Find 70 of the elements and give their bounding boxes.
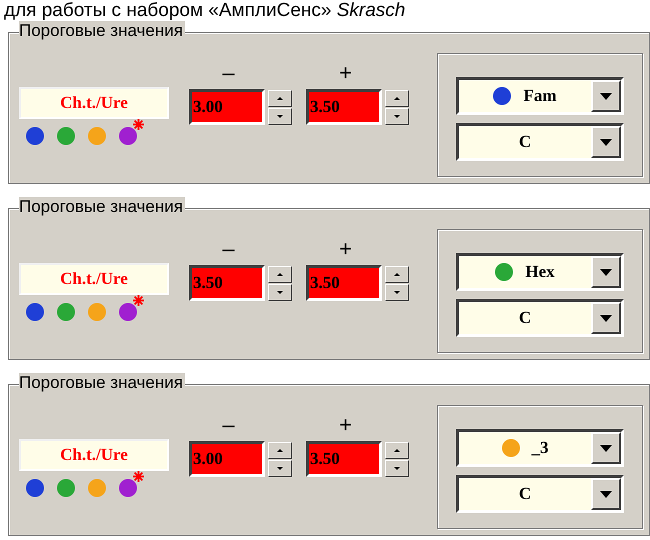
down-arrow-icon [394, 290, 400, 294]
heading-text: для работы с набором «АмплиСенс» Skrasch [3, 0, 406, 22]
threshold-field[interactable]: 3.50 [306, 89, 382, 125]
spin-down-button[interactable] [268, 108, 292, 124]
up-arrow-icon [394, 96, 400, 100]
type-text: C [518, 307, 532, 330]
spin-up-button[interactable] [385, 90, 409, 106]
down-arrow-icon [394, 114, 400, 118]
spin-up-button[interactable] [268, 90, 292, 106]
minus-label: – [222, 237, 235, 261]
channel-combo[interactable]: Hex [456, 253, 624, 291]
threshold-field[interactable]: 3.50 [189, 265, 265, 301]
threshold-field[interactable]: 3.00 [189, 441, 265, 477]
minus-label: – [222, 61, 235, 85]
dropdown-button[interactable] [591, 478, 621, 510]
channel-text: Fam [523, 85, 557, 108]
caret-icon [600, 268, 612, 276]
spin-up-button[interactable] [385, 442, 409, 458]
label-field: Ch.t./Ure [19, 263, 169, 295]
dropdown-button[interactable] [591, 80, 621, 112]
type-combo[interactable]: C [456, 475, 624, 513]
minus-label: – [222, 413, 235, 437]
group-title: Пороговые значения [19, 21, 185, 41]
label-field: Ch.t./Ure [19, 87, 169, 119]
threshold-field[interactable]: 3.50 [306, 441, 382, 477]
channel-text: Hex [525, 261, 555, 284]
caret-icon [600, 314, 612, 322]
spin-down-button[interactable] [385, 108, 409, 124]
plus-label: + [339, 61, 352, 85]
dropdown-button[interactable] [591, 302, 621, 334]
caret-icon [600, 490, 612, 498]
threshold-field[interactable]: 3.00 [189, 89, 265, 125]
type-combo[interactable]: C [456, 299, 624, 337]
group-title: Пороговые значения [19, 373, 185, 393]
up-arrow-icon [394, 448, 400, 452]
up-arrow-icon [277, 96, 283, 100]
plus-label: + [339, 237, 352, 261]
channel-text: _3 [532, 437, 548, 460]
star-icon [133, 295, 144, 306]
spin-up-button[interactable] [268, 266, 292, 282]
spin-down-button[interactable] [268, 460, 292, 476]
dropdown-button[interactable] [591, 432, 621, 464]
spin-down-button[interactable] [385, 460, 409, 476]
threshold-field[interactable]: 3.50 [306, 265, 382, 301]
spin-down-button[interactable] [268, 284, 292, 300]
caret-icon [600, 138, 612, 146]
channel-combo[interactable]: Fam [456, 77, 624, 115]
type-text: C [518, 483, 532, 506]
up-arrow-icon [394, 272, 400, 276]
star-icon [133, 119, 144, 130]
dropdown-button[interactable] [591, 256, 621, 288]
down-arrow-icon [277, 466, 283, 470]
group-title: Пороговые значения [19, 197, 185, 217]
down-arrow-icon [277, 114, 283, 118]
channel-combo[interactable]: _3 [456, 429, 624, 467]
spin-up-button[interactable] [268, 442, 292, 458]
spin-up-button[interactable] [385, 266, 409, 282]
down-arrow-icon [394, 466, 400, 470]
caret-icon [600, 444, 612, 452]
up-arrow-icon [277, 272, 283, 276]
down-arrow-icon [277, 290, 283, 294]
star-icon [133, 471, 144, 482]
label-field: Ch.t./Ure [19, 439, 169, 471]
plus-label: + [339, 413, 352, 437]
caret-icon [600, 92, 612, 100]
type-text: C [518, 131, 532, 154]
spin-down-button[interactable] [385, 284, 409, 300]
up-arrow-icon [277, 448, 283, 452]
dropdown-button[interactable] [591, 126, 621, 158]
type-combo[interactable]: C [456, 123, 624, 161]
